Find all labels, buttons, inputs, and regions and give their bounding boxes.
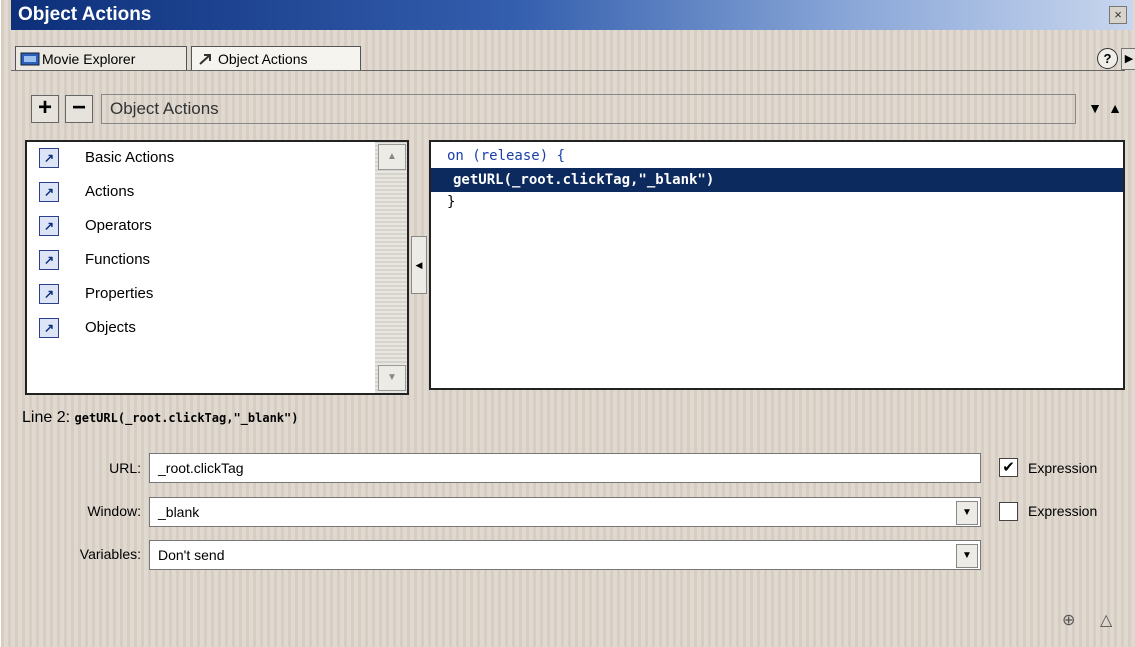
line-status-code: getURL(_root.clickTag,"_blank") — [74, 411, 299, 425]
category-label: Functions — [85, 251, 151, 268]
tab-divider — [11, 70, 1125, 71]
move-up-button[interactable]: ▲ — [1104, 95, 1126, 123]
move-down-button[interactable]: ▼ — [1084, 95, 1106, 123]
actions-toolbox: ↗ Basic Actions ↗ Actions ↗ Operators ↗ … — [25, 140, 409, 395]
movie-explorer-icon — [20, 49, 40, 66]
category-label: Properties — [85, 285, 154, 302]
book-icon: ↗ — [39, 284, 59, 304]
object-actions-dropdown[interactable]: Object Actions — [101, 94, 1076, 124]
line-status-prefix: Line 2: — [22, 409, 71, 426]
collapse-icon[interactable]: △ — [1100, 610, 1112, 630]
code-line-3[interactable]: } — [447, 190, 455, 214]
tab-label: Movie Explorer — [42, 51, 136, 67]
code-keyword: on — [447, 148, 464, 164]
book-icon: ↗ — [39, 182, 59, 202]
url-field[interactable]: _root.clickTag — [149, 453, 981, 483]
window-expression-label: Expression — [1028, 503, 1098, 519]
scroll-down-icon[interactable]: ▼ — [378, 365, 406, 391]
target-icon[interactable]: ⊕ — [1062, 610, 1075, 630]
url-label: URL: — [109, 460, 141, 476]
category-label: Objects — [85, 319, 136, 336]
scroll-up-icon[interactable]: ▲ — [378, 144, 406, 170]
book-icon: ↗ — [39, 318, 59, 338]
variables-select[interactable]: Don't send ▼ — [149, 540, 981, 570]
code-text: (release) { — [463, 148, 566, 164]
remove-action-button[interactable]: − — [65, 95, 93, 123]
tab-movie-explorer[interactable]: Movie Explorer — [15, 46, 187, 70]
panel-splitter[interactable]: ◀ — [411, 236, 427, 294]
category-label: Basic Actions — [85, 149, 175, 166]
object-actions-window: Object Actions × Movie Explorer Object A… — [0, 0, 1135, 647]
book-icon: ↗ — [39, 148, 59, 168]
script-pane[interactable]: on (release) { getURL(_root.clickTag,"_b… — [429, 140, 1125, 390]
line-status: Line 2: getURL(_root.clickTag,"_blank") — [22, 405, 1127, 430]
code-line-2-selected[interactable]: getURL(_root.clickTag,"_blank") — [431, 168, 1123, 192]
variables-label: Variables: — [79, 546, 141, 562]
window-expression-checkbox[interactable] — [999, 502, 1018, 521]
code-line-1[interactable]: on (release) { — [447, 144, 565, 168]
tab-label: Object Actions — [218, 51, 308, 67]
toolbox-scrollbar[interactable]: ▲ ▼ — [375, 142, 407, 393]
variables-value: Don't send — [158, 547, 225, 563]
window-title: Object Actions — [18, 4, 152, 25]
title-bar[interactable]: Object Actions × — [11, 0, 1133, 30]
url-expression-checkbox[interactable]: ✔ — [999, 458, 1018, 477]
book-icon: ↗ — [39, 216, 59, 236]
panel-menu-arrow-icon[interactable]: ▶ — [1121, 48, 1135, 70]
close-icon[interactable]: × — [1109, 6, 1127, 24]
window-value: _blank — [158, 504, 200, 520]
window-label: Window: — [87, 503, 141, 519]
arrow-icon — [196, 49, 216, 65]
category-label: Operators — [85, 217, 152, 234]
book-icon: ↗ — [39, 250, 59, 270]
tab-object-actions[interactable]: Object Actions — [191, 46, 361, 70]
help-icon[interactable]: ? — [1097, 48, 1118, 69]
add-action-button[interactable]: + — [31, 95, 59, 123]
dropdown-arrow-icon[interactable]: ▼ — [956, 501, 978, 525]
dropdown-arrow-icon[interactable]: ▼ — [956, 544, 978, 568]
category-label: Actions — [85, 183, 135, 200]
url-expression-label: Expression — [1028, 460, 1098, 476]
window-combobox[interactable]: _blank ▼ — [149, 497, 981, 527]
